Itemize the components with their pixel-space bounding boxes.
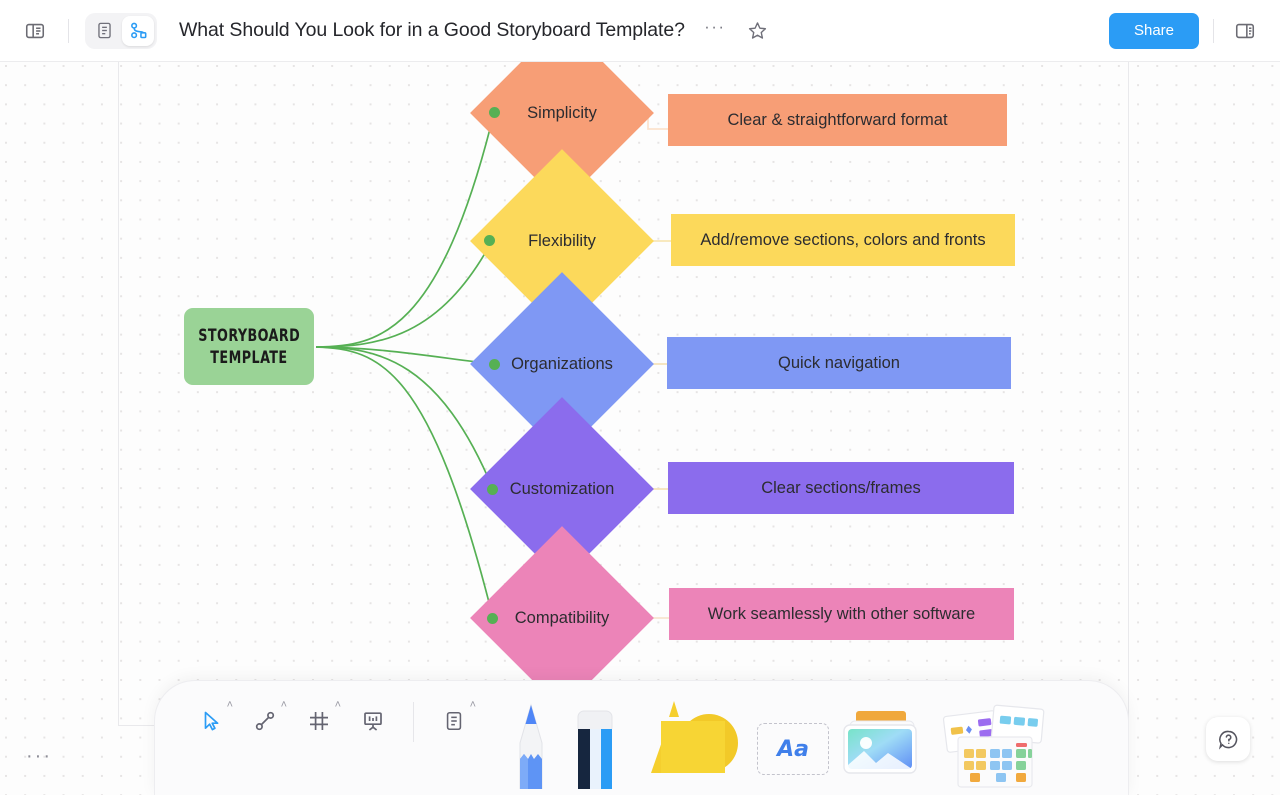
infobox-organizations[interactable]: Quick navigation — [667, 337, 1011, 389]
panel-left-icon — [25, 23, 45, 38]
root-node-line1: STORYBOARD — [198, 325, 300, 345]
infobox-label: Quick navigation — [778, 353, 900, 372]
doc-tool-button[interactable]: ˄ — [430, 697, 478, 745]
frame-icon — [310, 712, 328, 730]
diamond-label: Compatibility — [514, 608, 610, 627]
edge-endpoint-dot-organizations — [489, 359, 500, 370]
sticky-note-icon — [651, 701, 738, 773]
cursor-icon — [204, 711, 219, 731]
infobox-label: Clear & straightforward format — [727, 110, 948, 129]
image-icon — [843, 711, 917, 774]
edge-endpoint-dot-flexibility — [484, 235, 495, 246]
bottom-toolbar: ˄ ˄ ˄ ˄ Aa — [155, 681, 1128, 795]
favorite-star-button[interactable] — [743, 16, 773, 46]
star-icon — [749, 22, 767, 39]
document-icon — [97, 22, 111, 39]
toolbar-media-tools: Aa — [478, 697, 1054, 789]
frame-tool-button[interactable]: ˄ — [295, 697, 343, 745]
edge-endpoint-dot-customization — [487, 484, 498, 495]
toolbar-primary-tools: ˄ ˄ ˄ ˄ — [155, 697, 478, 745]
mode-board-button[interactable] — [122, 15, 154, 46]
edge-endpoint-dot-compatibility — [487, 613, 498, 624]
pen-tool-button[interactable] — [500, 699, 562, 789]
page-title[interactable]: What Should You Look for in a Good Story… — [179, 19, 685, 42]
connector-tool-caret[interactable]: ˄ — [281, 700, 287, 711]
toolbar-divider — [68, 18, 69, 43]
pencil-icon — [519, 703, 543, 789]
help-question-icon — [1218, 730, 1237, 750]
edge-endpoint-dot-simplicity — [489, 107, 500, 118]
panel-right-toggle[interactable] — [1228, 14, 1262, 48]
infobox-simplicity[interactable]: Clear & straightforward format — [668, 94, 1007, 146]
panel-right-icon — [1235, 23, 1255, 38]
template-tool-button[interactable] — [934, 699, 1054, 789]
help-button[interactable] — [1206, 717, 1250, 761]
text-tool-frame[interactable]: Aa — [757, 723, 829, 775]
eraser-icon — [577, 710, 613, 789]
title-more-button[interactable]: ··· — [701, 17, 729, 45]
diamond-compatibility[interactable]: Compatibility — [470, 526, 654, 710]
select-tool-button[interactable]: ˄ — [187, 697, 235, 745]
infobox-label: Work seamlessly with other software — [707, 604, 976, 623]
root-node-line2: TEMPLATE — [210, 347, 288, 367]
mindmap-icon — [130, 22, 146, 39]
templates-icon — [942, 704, 1045, 788]
text-tool-button[interactable]: Aa — [752, 699, 834, 789]
select-tool-caret[interactable]: ˄ — [227, 700, 233, 711]
mode-switch — [85, 12, 157, 49]
sticky-note-tool-button[interactable] — [628, 699, 750, 789]
share-button[interactable]: Share — [1108, 12, 1199, 49]
image-tool-button[interactable] — [836, 699, 932, 789]
easel-icon — [364, 712, 382, 731]
frame-tool-caret[interactable]: ˄ — [335, 700, 341, 711]
infobox-customization[interactable]: Clear sections/frames — [668, 462, 1014, 514]
doc-tool-caret[interactable]: ˄ — [470, 700, 476, 711]
toolbar-divider-right — [1213, 18, 1214, 43]
toolbar-divider-mid — [413, 702, 414, 742]
document-icon — [446, 711, 462, 731]
panel-left-toggle[interactable] — [18, 14, 52, 48]
text-aa-icon: Aa — [777, 736, 809, 762]
infobox-compatibility[interactable]: Work seamlessly with other software — [669, 588, 1014, 640]
infobox-label: Clear sections/frames — [761, 478, 921, 497]
infobox-label: Add/remove sections, colors and fronts — [700, 230, 986, 249]
top-bar: What Should You Look for in a Good Story… — [0, 0, 1280, 62]
connector-tool-button[interactable]: ˄ — [241, 697, 289, 745]
canvas-more-button[interactable]: ··· — [26, 746, 52, 766]
eraser-tool-button[interactable] — [564, 699, 626, 789]
infobox-flexibility[interactable]: Add/remove sections, colors and fronts — [671, 214, 1015, 266]
root-node[interactable]: STORYBOARD TEMPLATE — [184, 308, 314, 385]
mode-doc-button[interactable] — [88, 16, 120, 46]
whiteboard-app: What Should You Look for in a Good Story… — [0, 0, 1280, 795]
presentation-tool-button[interactable] — [349, 697, 397, 745]
connector-line-icon — [255, 711, 275, 731]
